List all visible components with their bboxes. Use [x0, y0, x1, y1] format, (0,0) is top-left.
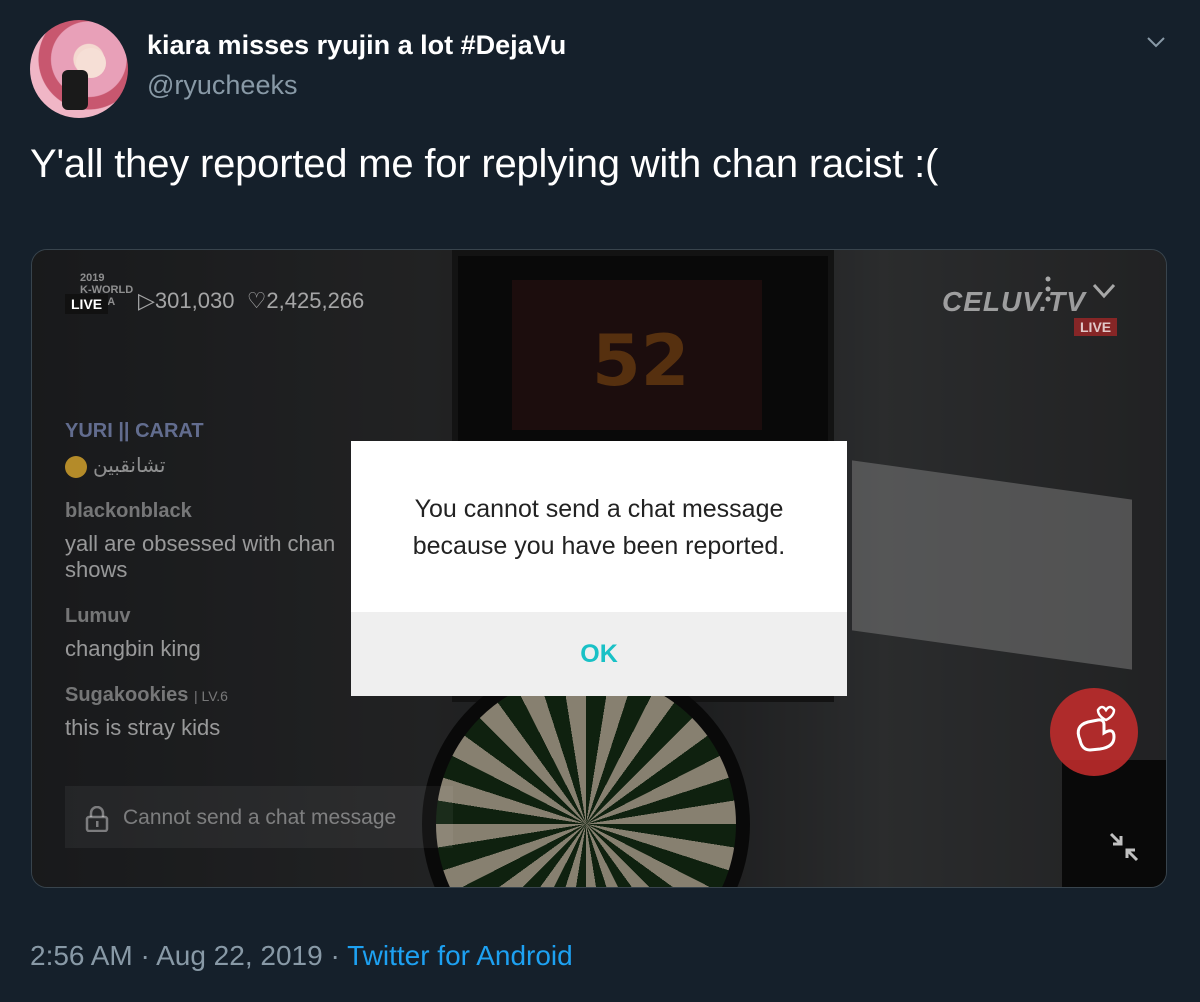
user-level: | LV.6 [193, 687, 228, 704]
chat-input[interactable]: Cannot send a chat message [65, 786, 453, 848]
heart-reaction-button[interactable] [1050, 688, 1138, 776]
tweet-client-link[interactable]: Twitter for Android [347, 940, 573, 971]
more-options-icon[interactable] [1045, 276, 1051, 302]
chat-pinned-user: YURI || CARAT [65, 420, 204, 442]
avatar-hand [62, 70, 88, 110]
profile-avatar[interactable] [30, 20, 128, 118]
ok-label: OK [580, 640, 618, 668]
lock-icon [85, 806, 109, 832]
chat-pinned-message: تشانقبين [65, 453, 335, 478]
tweet-meta: 2:56 AM · Aug 22, 2019 · Twitter for And… [30, 940, 573, 971]
tweet-time[interactable]: 2:56 AM [30, 940, 133, 971]
channel-logo: CELUV.TV [942, 286, 1086, 317]
chat-username: Lumuv [65, 604, 131, 627]
finger-heart-icon [1076, 705, 1116, 752]
chat-text: yall are obsessed with chan shows [65, 530, 336, 582]
play-icon: ▷ [138, 288, 155, 313]
live-badge: LIVE [65, 294, 109, 314]
tweet-text: Y'all they reported me for replying with… [30, 142, 939, 186]
minimize-icon[interactable] [1107, 830, 1141, 864]
dialog-message: You cannot send a chat message because y… [412, 495, 786, 560]
stream-stats: ▷301,030 ♡2,425,266 [138, 288, 364, 314]
chat-text: this is stray kids [65, 714, 221, 740]
emoji-icon [65, 455, 87, 478]
chat-text: changbin king [65, 635, 201, 661]
chat-message: blackonblack yall are obsessed with chan… [65, 500, 335, 583]
channel-live-badge: LIVE [1074, 318, 1118, 336]
heart-outline-icon: ♡ [246, 288, 267, 313]
tweet-media-image[interactable]: 52 2019 K-WORLD FESTA LIVE ▷301,030 ♡2,4… [31, 249, 1167, 888]
tweet-date[interactable]: Aug 22, 2019 [156, 940, 323, 971]
ok-button[interactable]: OK [351, 612, 847, 696]
chat-message: Lumuv changbin king [65, 605, 335, 662]
reported-dialog: You cannot send a chat message because y… [351, 441, 847, 696]
chat-message: Sugakookies | LV.6 this is stray kids [65, 684, 335, 741]
display-name[interactable]: kiara misses ryujin a lot #DejaVu [147, 30, 566, 61]
like-count: 2,425,266 [266, 288, 365, 313]
chat-username: Sugakookies [65, 683, 189, 706]
chevron-down-icon[interactable] [1146, 32, 1166, 52]
chat-panel: YURI || CARAT تشانقبين blackonblack yall… [65, 420, 335, 741]
user-handle[interactable]: @ryucheeks [147, 70, 297, 101]
view-count: 301,030 [154, 288, 235, 313]
chevron-down-icon[interactable] [1092, 282, 1116, 300]
chat-username: blackonblack [65, 499, 192, 522]
chat-input-placeholder: Cannot send a chat message [123, 806, 397, 829]
